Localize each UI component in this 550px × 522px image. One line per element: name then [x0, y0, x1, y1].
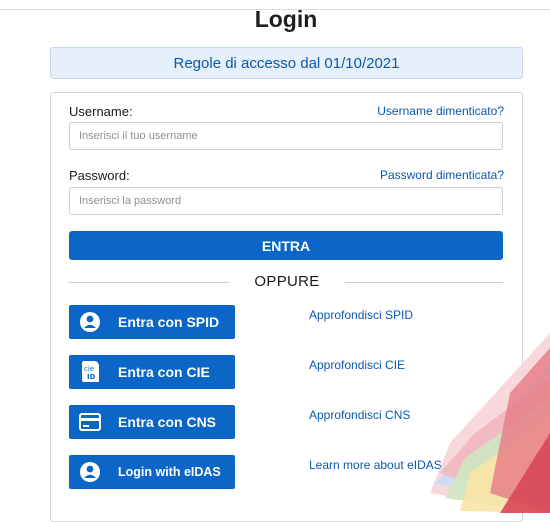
cie-login-button[interactable]: cie ID Entra con CIE — [69, 355, 235, 389]
spid-user-icon — [69, 305, 111, 339]
cie-icon-text-top: cie — [84, 365, 94, 373]
cns-login-button[interactable]: Entra con CNS — [69, 405, 235, 439]
password-label: Password: — [69, 168, 130, 183]
card-icon — [69, 405, 111, 439]
eidas-user-icon — [69, 455, 111, 489]
page-title: Login — [254, 6, 318, 32]
cie-icon: cie ID — [69, 355, 111, 389]
divider-line-left — [69, 282, 229, 283]
learn-more-cie-link[interactable]: Approfondisci CIE — [309, 358, 405, 372]
learn-more-cns-link[interactable]: Approfondisci CNS — [309, 408, 410, 422]
learn-more-eidas-link[interactable]: Learn more about eIDAS — [309, 458, 442, 472]
spid-login-button[interactable]: Entra con SPID — [69, 305, 235, 339]
username-input[interactable] — [69, 122, 503, 150]
cie-icon-text-bottom: ID — [87, 373, 96, 381]
eidas-button-label: Login with eIDAS — [118, 465, 221, 479]
spid-button-label: Entra con SPID — [118, 314, 220, 330]
cie-button-label: Entra con CIE — [118, 364, 210, 380]
password-input[interactable] — [69, 187, 503, 215]
divider-oppure: OPPURE — [254, 273, 320, 290]
decorative-paper-fan — [430, 333, 550, 513]
forgot-password-link[interactable]: Password dimenticata? — [380, 168, 504, 182]
cns-button-label: Entra con CNS — [118, 414, 217, 430]
divider-line-right — [345, 282, 503, 283]
eidas-login-button[interactable]: Login with eIDAS — [69, 455, 235, 489]
login-submit-button[interactable]: ENTRA — [69, 231, 503, 260]
username-label: Username: — [69, 104, 133, 119]
access-rules-text: Regole di accesso dal 01/10/2021 — [173, 54, 400, 72]
access-rules-banner[interactable]: Regole di accesso dal 01/10/2021 — [50, 47, 523, 79]
learn-more-spid-link[interactable]: Approfondisci SPID — [309, 308, 413, 322]
forgot-username-link[interactable]: Username dimenticato? — [377, 104, 504, 118]
